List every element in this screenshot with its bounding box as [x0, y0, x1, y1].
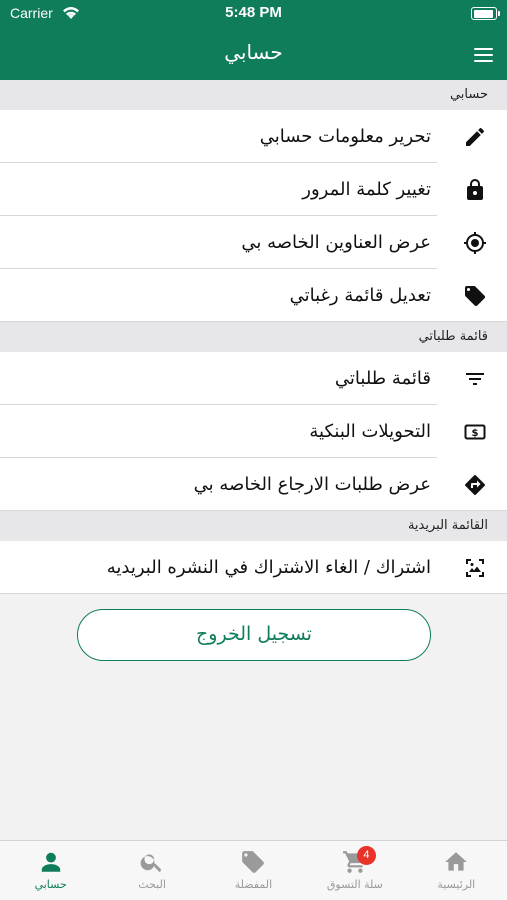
tab-label: المفضلة	[234, 878, 273, 891]
tag-icon	[242, 851, 265, 873]
lock-icon	[467, 179, 483, 200]
menu-item-wishlist[interactable]: تعديل قائمة رغباتي	[0, 269, 507, 322]
menu-item-label: تحرير معلومات حسابي	[259, 126, 431, 147]
search-icon	[140, 854, 162, 873]
menu-item-label: تغيير كلمة المرور	[302, 179, 431, 200]
logout-button[interactable]: تسجيل الخروج	[77, 609, 431, 661]
menu-item-addresses[interactable]: عرض العناوين الخاصه بي	[0, 216, 507, 269]
person-icon	[41, 852, 60, 872]
menu-item-change-password[interactable]: تغيير كلمة المرور	[0, 163, 507, 216]
svg-text:$: $	[472, 428, 479, 439]
page-title: حسابي	[224, 40, 283, 64]
home-icon	[445, 852, 468, 871]
return-direction-icon	[464, 474, 486, 496]
menu-item-label: قائمة طلباتي	[334, 368, 431, 389]
tab-account[interactable]: حسابي	[0, 841, 101, 900]
newsletter-icon	[466, 559, 484, 577]
tab-favorites[interactable]: المفضلة	[203, 841, 304, 900]
menu-item-label: التحويلات البنكية	[309, 421, 431, 442]
menu-item-label: اشتراك / الغاء الاشتراك في النشره البريد…	[106, 557, 431, 578]
menu-item-edit-account[interactable]: تحرير معلومات حسابي	[0, 110, 507, 163]
menu-item-label: تعديل قائمة رغباتي	[289, 285, 431, 306]
tab-home[interactable]: الرئيسية	[406, 841, 507, 900]
tab-search[interactable]: البحث	[101, 841, 202, 900]
filter-list-icon	[466, 373, 484, 385]
tag-icon	[465, 286, 486, 307]
section-header-orders: قائمة طلباتي	[0, 322, 507, 352]
tab-label: سلة التسوق	[326, 878, 383, 891]
battery-icon	[471, 7, 500, 20]
section-header-account: حسابي	[0, 80, 507, 110]
cart-badge: 4	[356, 846, 376, 865]
nav-bar: حسابي	[0, 28, 507, 80]
menu-item-newsletter[interactable]: اشتراك / الغاء الاشتراك في النشره البريد…	[0, 541, 507, 594]
tab-label: الرئيسية	[437, 878, 476, 891]
menu-item-returns[interactable]: عرض طلبات الارجاع الخاصه بي	[0, 458, 507, 511]
menu-item-label: عرض طلبات الارجاع الخاصه بي	[193, 474, 431, 495]
tab-cart[interactable]: 4 سلة التسوق	[304, 841, 405, 900]
status-bar: Carrier 5:48 PM	[0, 0, 507, 28]
pencil-icon	[466, 127, 485, 146]
menu-item-label: عرض العناوين الخاصه بي	[241, 232, 431, 253]
menu-icon[interactable]	[474, 48, 493, 62]
tab-label: حسابي	[34, 878, 67, 891]
status-time: 5:48 PM	[225, 4, 282, 21]
tab-bar: الرئيسية 4 سلة التسوق المفضلة البحث حساب…	[0, 840, 507, 900]
menu-item-bank-transfers[interactable]: $ التحويلات البنكية	[0, 405, 507, 458]
tab-label: البحث	[138, 878, 166, 891]
location-target-icon	[464, 232, 486, 254]
section-header-mailing-list: القائمة البريدية	[0, 511, 507, 541]
dollar-bill-icon: $	[464, 424, 486, 440]
menu-item-my-orders[interactable]: قائمة طلباتي	[0, 352, 507, 405]
account-menu: حسابي تحرير معلومات حسابي تغيير كلمة الم…	[0, 80, 507, 594]
